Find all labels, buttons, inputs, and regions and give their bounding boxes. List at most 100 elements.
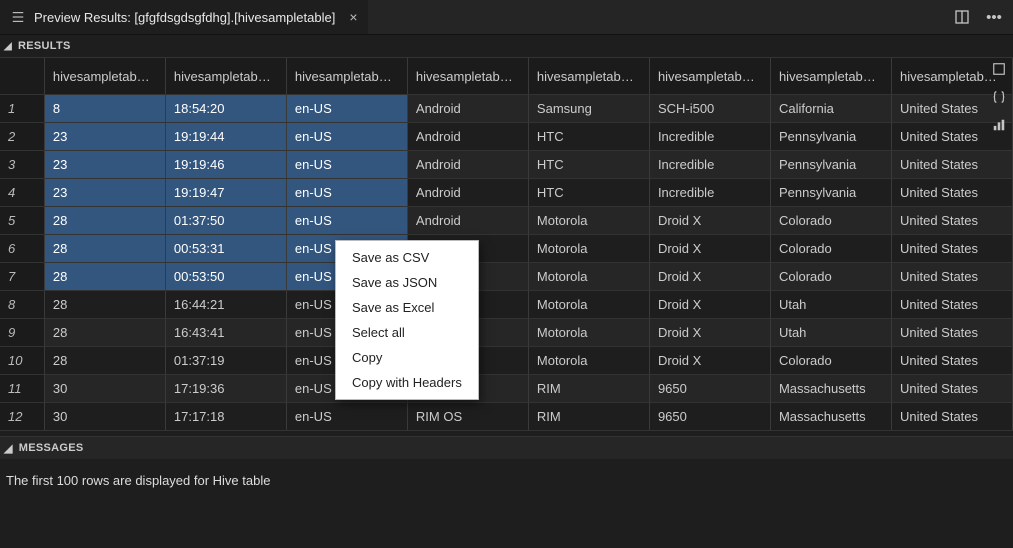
cell[interactable]: United States <box>891 319 1012 347</box>
table-row[interactable]: 72800:53:50en-USAndroidMotorolaDroid XCo… <box>0 263 1013 291</box>
cell[interactable]: Droid X <box>649 291 770 319</box>
cell[interactable]: en-US <box>286 207 407 235</box>
collapse-results-icon[interactable]: ◢ <box>4 41 12 52</box>
cell[interactable]: en-US <box>286 403 407 431</box>
column-header[interactable]: hivesampletab… <box>286 58 407 95</box>
cell[interactable]: 19:19:47 <box>165 179 286 207</box>
cell[interactable]: SCH-i500 <box>649 95 770 123</box>
column-header[interactable]: hivesampletab… <box>770 58 891 95</box>
cell[interactable]: Motorola <box>528 291 649 319</box>
cell[interactable]: Colorado <box>770 347 891 375</box>
table-row[interactable]: 92816:43:41en-USMotorolaDroid XUtahUnite… <box>0 319 1013 347</box>
cell[interactable]: Colorado <box>770 263 891 291</box>
cell[interactable]: Massachusetts <box>770 375 891 403</box>
cell[interactable]: 01:37:50 <box>165 207 286 235</box>
table-row[interactable]: 52801:37:50en-USAndroidMotorolaDroid XCo… <box>0 207 1013 235</box>
cell[interactable]: California <box>770 95 891 123</box>
row-number[interactable]: 11 <box>0 375 44 403</box>
cell[interactable]: Droid X <box>649 235 770 263</box>
row-number[interactable]: 1 <box>0 95 44 123</box>
cell[interactable]: United States <box>891 291 1012 319</box>
table-row[interactable]: 102801:37:19en-USMotorolaDroid XColorado… <box>0 347 1013 375</box>
visualize-icon[interactable] <box>988 114 1010 136</box>
more-actions-icon[interactable]: ••• <box>983 6 1005 28</box>
cell[interactable]: HTC <box>528 151 649 179</box>
cell[interactable]: 23 <box>44 151 165 179</box>
cell[interactable]: Motorola <box>528 207 649 235</box>
column-header[interactable]: hivesampletab… <box>165 58 286 95</box>
cell[interactable]: Pennsylvania <box>770 179 891 207</box>
cell[interactable]: 23 <box>44 179 165 207</box>
cell[interactable]: Motorola <box>528 235 649 263</box>
cell[interactable]: RIM <box>528 403 649 431</box>
cell[interactable]: Droid X <box>649 319 770 347</box>
menu-select-all[interactable]: Select all <box>336 320 478 345</box>
cell[interactable]: en-US <box>286 123 407 151</box>
maximize-grid-icon[interactable] <box>988 58 1010 80</box>
cell[interactable]: United States <box>891 235 1012 263</box>
cell[interactable]: 9650 <box>649 375 770 403</box>
split-editor-icon[interactable] <box>951 6 973 28</box>
cell[interactable]: en-US <box>286 151 407 179</box>
cell[interactable]: Incredible <box>649 179 770 207</box>
cell[interactable]: 28 <box>44 347 165 375</box>
cell[interactable]: Droid X <box>649 263 770 291</box>
cell[interactable]: 17:17:18 <box>165 403 286 431</box>
menu-save-csv[interactable]: Save as CSV <box>336 245 478 270</box>
cell[interactable]: RIM OS <box>407 403 528 431</box>
menu-copy-headers[interactable]: Copy with Headers <box>336 370 478 395</box>
cell[interactable]: Droid X <box>649 207 770 235</box>
cell[interactable]: United States <box>891 263 1012 291</box>
row-number[interactable]: 2 <box>0 123 44 151</box>
row-number[interactable]: 5 <box>0 207 44 235</box>
cell[interactable]: 00:53:31 <box>165 235 286 263</box>
table-row[interactable]: 123017:17:18en-USRIM OSRIM9650Massachuse… <box>0 403 1013 431</box>
row-number[interactable]: 12 <box>0 403 44 431</box>
close-tab-icon[interactable]: × <box>349 9 357 25</box>
cell[interactable]: Android <box>407 207 528 235</box>
table-row[interactable]: 82816:44:21en-USMotorolaDroid XUtahUnite… <box>0 291 1013 319</box>
results-section-header[interactable]: ◢ RESULTS <box>0 35 1013 57</box>
cell[interactable]: Incredible <box>649 123 770 151</box>
table-row[interactable]: 22319:19:44en-USAndroidHTCIncrediblePenn… <box>0 123 1013 151</box>
cell[interactable]: Samsung <box>528 95 649 123</box>
cell[interactable]: 00:53:50 <box>165 263 286 291</box>
collapse-messages-icon[interactable]: ◢ <box>4 442 13 455</box>
column-header[interactable]: hivesampletab… <box>44 58 165 95</box>
cell[interactable]: Android <box>407 151 528 179</box>
cell[interactable]: 28 <box>44 235 165 263</box>
table-row[interactable]: 1818:54:20en-USAndroidSamsungSCH-i500Cal… <box>0 95 1013 123</box>
cell[interactable]: 28 <box>44 263 165 291</box>
cell[interactable]: Android <box>407 123 528 151</box>
active-tab[interactable]: Preview Results: [gfgfdsgdsgfdhg].[hives… <box>0 0 368 34</box>
table-row[interactable]: 62800:53:31en-USAndroidMotorolaDroid XCo… <box>0 235 1013 263</box>
row-number[interactable]: 9 <box>0 319 44 347</box>
rownum-header[interactable] <box>0 58 44 95</box>
row-number[interactable]: 10 <box>0 347 44 375</box>
cell[interactable]: 19:19:46 <box>165 151 286 179</box>
cell[interactable]: Motorola <box>528 319 649 347</box>
cell[interactable]: 18:54:20 <box>165 95 286 123</box>
cell[interactable]: RIM <box>528 375 649 403</box>
cell[interactable]: Android <box>407 95 528 123</box>
column-header[interactable]: hivesampletab… <box>407 58 528 95</box>
cell[interactable]: 16:43:41 <box>165 319 286 347</box>
cell[interactable]: 16:44:21 <box>165 291 286 319</box>
cell[interactable]: Motorola <box>528 263 649 291</box>
messages-section-header[interactable]: ◢ MESSAGES <box>0 437 1013 459</box>
cell[interactable]: 28 <box>44 291 165 319</box>
row-number[interactable]: 7 <box>0 263 44 291</box>
cell[interactable]: 17:19:36 <box>165 375 286 403</box>
cell[interactable]: 01:37:19 <box>165 347 286 375</box>
cell[interactable]: 30 <box>44 403 165 431</box>
cell[interactable]: Motorola <box>528 347 649 375</box>
row-number[interactable]: 6 <box>0 235 44 263</box>
cell[interactable]: Pennsylvania <box>770 123 891 151</box>
cell[interactable]: Utah <box>770 291 891 319</box>
cell[interactable]: 8 <box>44 95 165 123</box>
menu-save-json[interactable]: Save as JSON <box>336 270 478 295</box>
cell[interactable]: Incredible <box>649 151 770 179</box>
cell[interactable]: HTC <box>528 179 649 207</box>
cell[interactable]: United States <box>891 207 1012 235</box>
results-table[interactable]: hivesampletab… hivesampletab… hivesample… <box>0 58 1013 431</box>
